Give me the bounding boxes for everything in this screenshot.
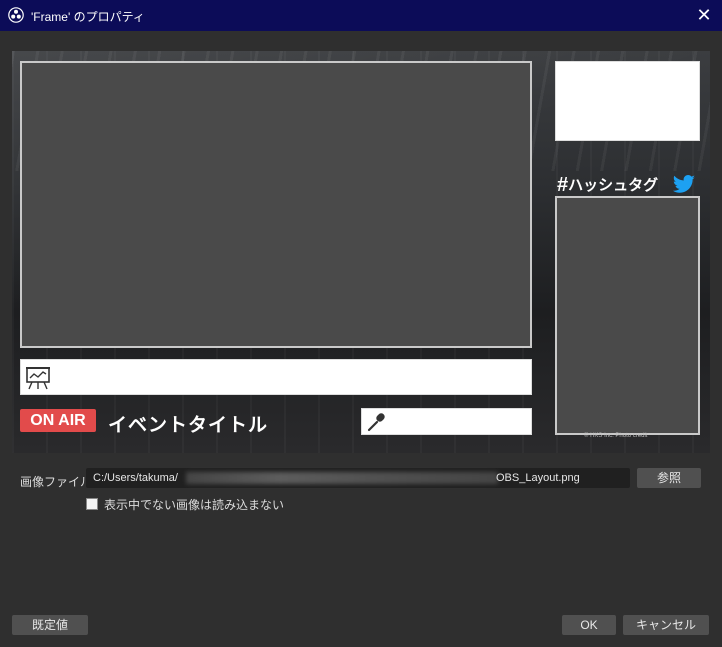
unload-checkbox-row[interactable]: 表示中でない画像は読み込まない	[86, 496, 284, 513]
hashtag-label: #ハッシュタグ	[557, 174, 658, 197]
image-preview: ON AIR イベントタイトル #ハッシュタグ © HKS Inc. Photo…	[12, 51, 710, 453]
presentation-icon	[26, 367, 50, 390]
path-end: OBS_Layout.png	[496, 472, 580, 484]
redacted-path	[186, 472, 498, 484]
logo-frame	[555, 61, 700, 141]
hash-symbol: #	[557, 174, 569, 196]
unload-checkbox[interactable]	[86, 498, 98, 510]
path-start: C:/Users/takuma/	[93, 472, 178, 484]
main-video-frame	[20, 61, 532, 348]
window-title: 'Frame' のプロパティ	[31, 10, 145, 24]
microphone-icon	[367, 413, 385, 432]
image-file-label: 画像ファイル	[20, 475, 93, 489]
close-button[interactable]: ✕	[690, 3, 718, 27]
image-path-field[interactable]: C:/Users/takuma/ OBS_Layout.png	[86, 468, 630, 488]
unload-checkbox-label: 表示中でない画像は読み込まない	[104, 498, 285, 512]
comment-frame	[555, 196, 700, 435]
on-air-badge: ON AIR	[20, 409, 96, 432]
event-title: イベントタイトル	[108, 415, 269, 436]
defaults-button[interactable]: 既定値	[12, 615, 88, 635]
browse-button[interactable]: 参照	[637, 468, 701, 488]
cancel-button[interactable]: キャンセル	[623, 615, 709, 635]
photo-credit: © HKS Inc. Photo credit	[584, 433, 648, 439]
hashtag-text: ハッシュタグ	[568, 177, 659, 194]
obs-logo-icon	[8, 7, 24, 23]
title-bar: 'Frame' のプロパティ ✕	[0, 0, 722, 31]
speaker-name-bar	[361, 408, 532, 435]
twitter-icon	[672, 175, 695, 193]
presentation-title-bar	[20, 359, 532, 395]
ok-button[interactable]: OK	[562, 615, 616, 635]
